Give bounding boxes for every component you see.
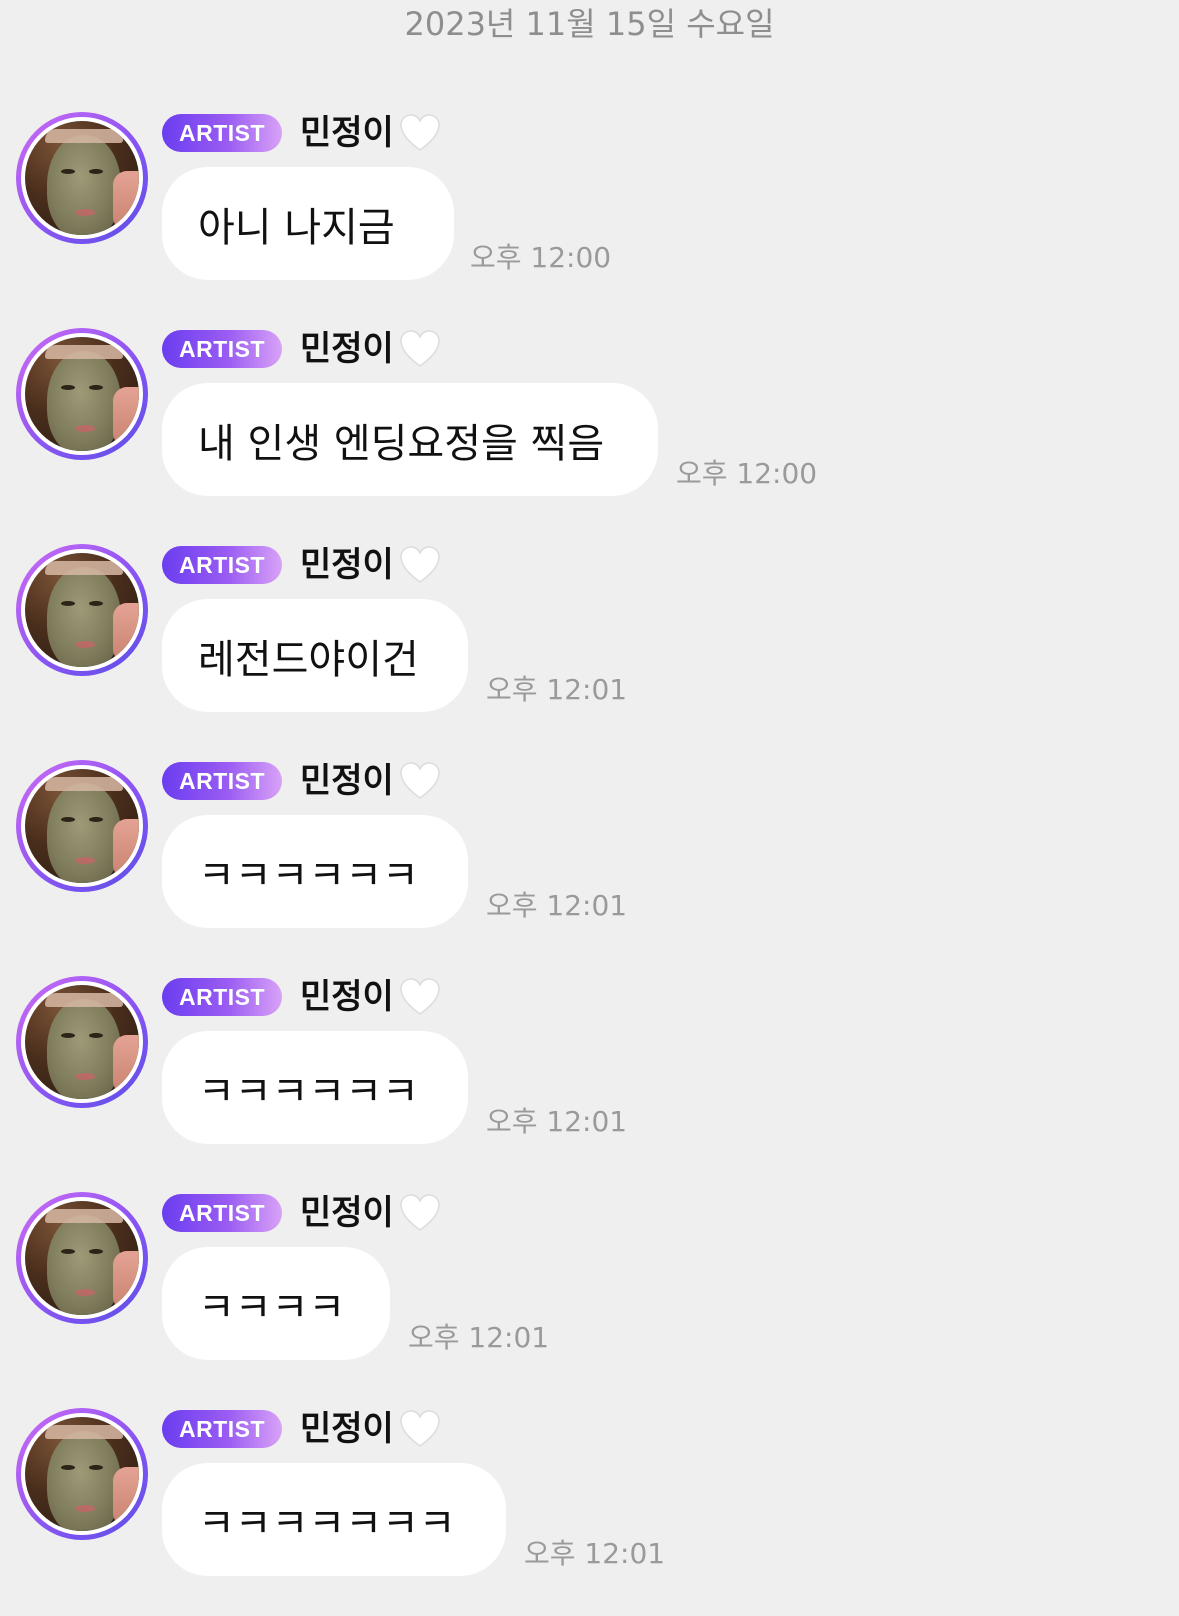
message-bubble[interactable]: 아니 나지금: [162, 167, 454, 280]
artist-badge: ARTIST: [162, 114, 282, 152]
white-heart-icon: [400, 1410, 440, 1447]
message-row: ARTIST 민정이 ㅋㅋㅋㅋㅋㅋㅋ 오후 12:01: [0, 1408, 1179, 1608]
message-header: ARTIST 민정이: [162, 976, 442, 1018]
message-header: ARTIST 민정이: [162, 328, 442, 370]
avatar[interactable]: [16, 544, 148, 676]
message-row: ARTIST 민정이 ㅋㅋㅋㅋㅋㅋ 오후 12:01: [0, 760, 1179, 960]
artist-badge: ARTIST: [162, 1410, 282, 1448]
message-bubble[interactable]: ㅋㅋㅋㅋㅋㅋ: [162, 815, 468, 928]
message-bubble[interactable]: ㅋㅋㅋㅋ: [162, 1247, 390, 1360]
message-timestamp: 오후 12:01: [524, 1537, 666, 1570]
message-timestamp: 오후 12:01: [486, 889, 628, 922]
artist-badge: ARTIST: [162, 546, 282, 584]
sender-name[interactable]: 민정이: [300, 1408, 394, 1450]
message-header: ARTIST 민정이: [162, 112, 442, 154]
message-bubble[interactable]: ㅋㅋㅋㅋㅋㅋ: [162, 1031, 468, 1144]
sender-name[interactable]: 민정이: [300, 328, 394, 370]
avatar[interactable]: [16, 760, 148, 892]
white-heart-icon: [400, 546, 440, 583]
white-heart-icon: [400, 330, 440, 367]
sender-name[interactable]: 민정이: [300, 112, 394, 154]
message-header: ARTIST 민정이: [162, 544, 442, 586]
date-header: 2023년 11월 15일 수요일: [404, 5, 775, 43]
message-header: ARTIST 민정이: [162, 760, 442, 802]
artist-badge: ARTIST: [162, 1194, 282, 1232]
message-row: ARTIST 민정이 내 인생 엔딩요정을 찍음 오후 12:00: [0, 328, 1179, 528]
message-timestamp: 오후 12:01: [486, 1105, 628, 1138]
message-header: ARTIST 민정이: [162, 1192, 442, 1234]
sender-name[interactable]: 민정이: [300, 976, 394, 1018]
message-row: ARTIST 민정이 아니 나지금 오후 12:00: [0, 112, 1179, 312]
message-header: ARTIST 민정이: [162, 1408, 442, 1450]
message-timestamp: 오후 12:01: [486, 673, 628, 706]
message-row: ARTIST 민정이 레전드야이건 오후 12:01: [0, 544, 1179, 744]
avatar[interactable]: [16, 976, 148, 1108]
message-row: ARTIST 민정이 ㅋㅋㅋㅋ 오후 12:01: [0, 1192, 1179, 1392]
avatar[interactable]: [16, 112, 148, 244]
sender-name[interactable]: 민정이: [300, 1192, 394, 1234]
message-bubble[interactable]: ㅋㅋㅋㅋㅋㅋㅋ: [162, 1463, 506, 1576]
artist-badge: ARTIST: [162, 762, 282, 800]
avatar[interactable]: [16, 328, 148, 460]
message-bubble[interactable]: 레전드야이건: [162, 599, 468, 712]
message-row: ARTIST 민정이 ㅋㅋㅋㅋㅋㅋ 오후 12:01: [0, 976, 1179, 1176]
white-heart-icon: [400, 762, 440, 799]
avatar[interactable]: [16, 1408, 148, 1540]
white-heart-icon: [400, 1194, 440, 1231]
artist-badge: ARTIST: [162, 978, 282, 1016]
sender-name[interactable]: 민정이: [300, 760, 394, 802]
white-heart-icon: [400, 114, 440, 151]
message-timestamp: 오후 12:00: [676, 457, 818, 490]
white-heart-icon: [400, 978, 440, 1015]
message-timestamp: 오후 12:00: [470, 241, 612, 274]
sender-name[interactable]: 민정이: [300, 544, 394, 586]
artist-badge: ARTIST: [162, 330, 282, 368]
avatar[interactable]: [16, 1192, 148, 1324]
message-bubble[interactable]: 내 인생 엔딩요정을 찍음: [162, 383, 658, 496]
message-timestamp: 오후 12:01: [408, 1321, 550, 1354]
